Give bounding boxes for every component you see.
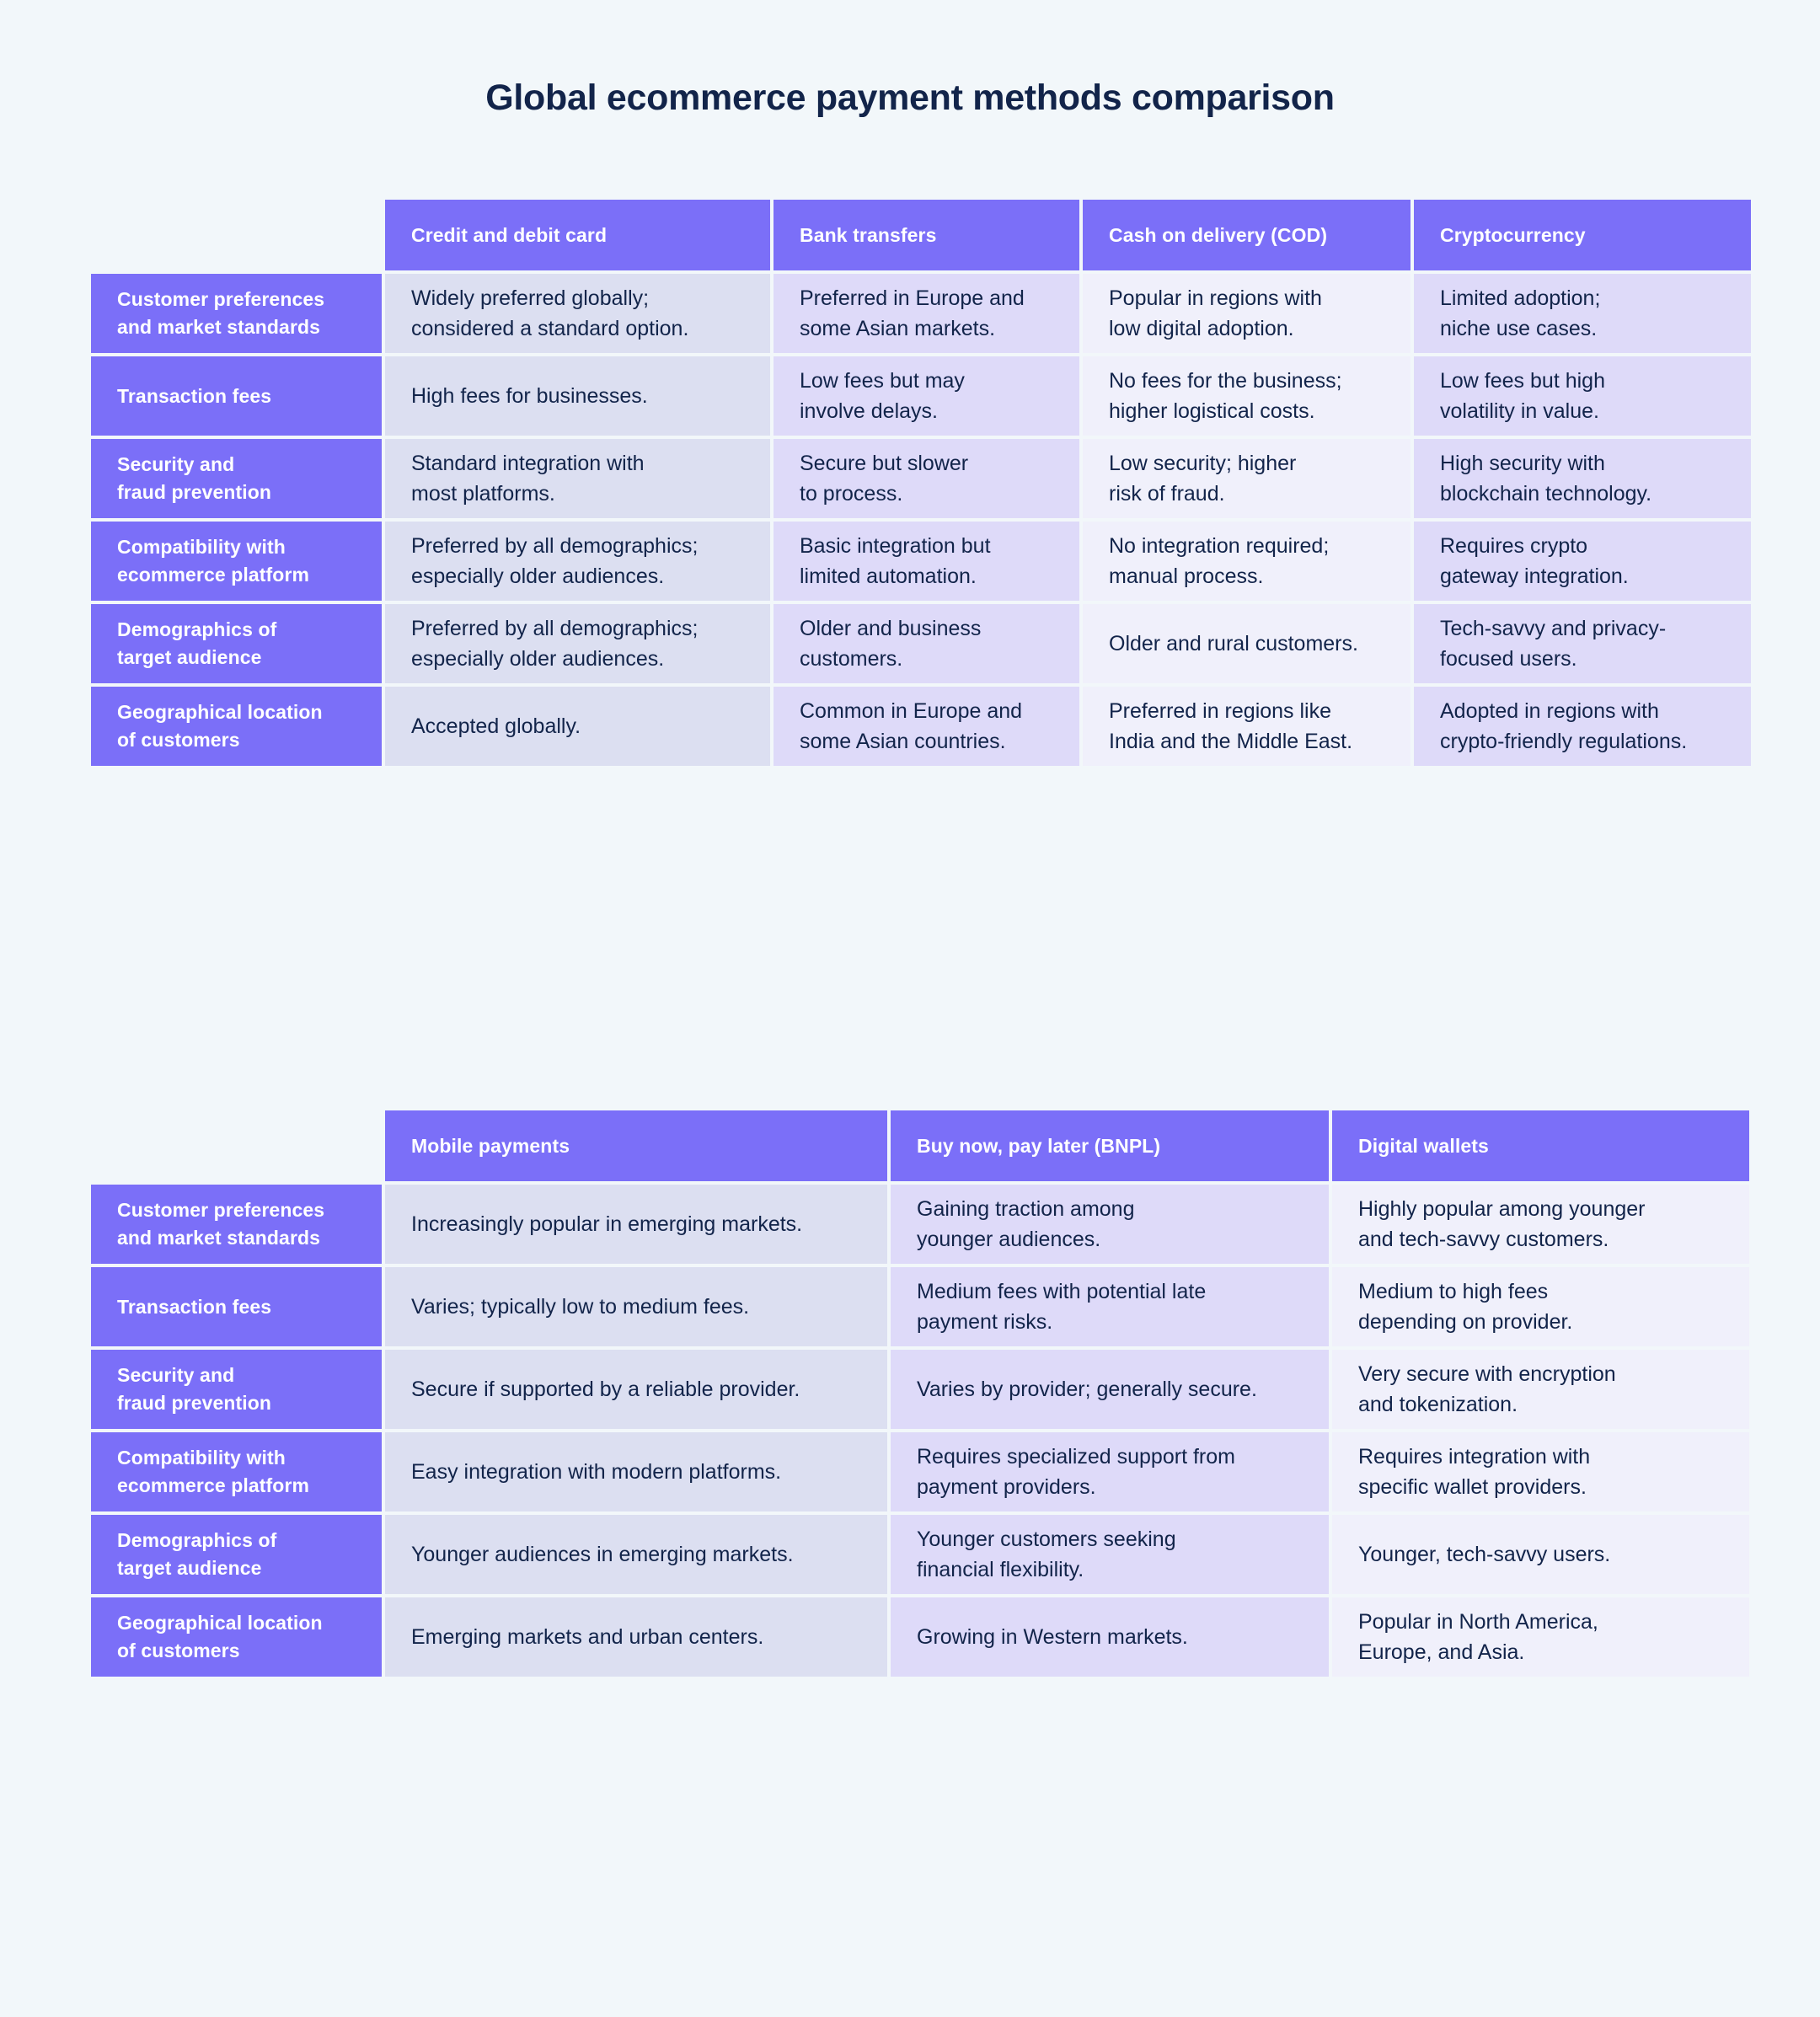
table-cell: Preferred in regions like India and the M…	[1083, 687, 1410, 766]
row-header: Customer preferences and market standards	[91, 1185, 382, 1264]
table-cell: Requires crypto gateway integration.	[1414, 522, 1751, 601]
table-cell: Low fees but high volatility in value.	[1414, 356, 1751, 436]
table-cell: No fees for the business; higher logistic…	[1083, 356, 1410, 436]
table-cell: Growing in Western markets.	[891, 1597, 1329, 1677]
table-corner-spacer	[91, 200, 382, 270]
table-cell: Low security; higher risk of fraud.	[1083, 439, 1410, 518]
table-cell: Easy integration with modern platforms.	[385, 1432, 887, 1511]
table-cell: Widely preferred globally; considered a s…	[385, 274, 770, 353]
table-cell: Varies; typically low to medium fees.	[385, 1267, 887, 1346]
table-cell: Preferred in Europe and some Asian market…	[774, 274, 1079, 353]
table-cell: Younger customers seeking financial flexi…	[891, 1515, 1329, 1594]
table-cell: High fees for businesses.	[385, 356, 770, 436]
table-cell: Tech-savvy and privacy-focused users.	[1414, 604, 1751, 683]
table-cell: Preferred by all demographics; especially…	[385, 604, 770, 683]
table-2-grid: Mobile payments Buy now, pay later (BNPL)…	[91, 1110, 1749, 1677]
table-cell: Medium to high fees depending on provider…	[1332, 1267, 1749, 1346]
table-cell: Gaining traction among younger audiences.	[891, 1185, 1329, 1264]
table-cell: No integration required; manual process.	[1083, 522, 1410, 601]
comparison-table-1: Credit and debit card Bank transfers Cash …	[91, 200, 1751, 766]
table-cell: Increasingly popular in emerging markets…	[385, 1185, 887, 1264]
table-cell: Common in Europe and some Asian countries…	[774, 687, 1079, 766]
row-header: Customer preferences and market standards	[91, 274, 382, 353]
table-cell: Secure if supported by a reliable provid…	[385, 1350, 887, 1429]
column-header: Cash on delivery (COD)	[1083, 200, 1410, 270]
table-cell: Secure but slower to process.	[774, 439, 1079, 518]
column-header: Credit and debit card	[385, 200, 770, 270]
page-title: Global ecommerce payment methods compari…	[485, 78, 1335, 118]
table-corner-spacer	[91, 1110, 382, 1181]
table-cell: Requires specialized support from payment…	[891, 1432, 1329, 1511]
table-cell: Older and business customers.	[774, 604, 1079, 683]
table-cell: Limited adoption; niche use cases.	[1414, 274, 1751, 353]
table-cell: Medium fees with potential late payment r…	[891, 1267, 1329, 1346]
column-header: Buy now, pay later (BNPL)	[891, 1110, 1329, 1181]
table-cell: Older and rural customers.	[1083, 604, 1410, 683]
row-header: Transaction fees	[91, 356, 382, 436]
row-header: Security and fraud prevention	[91, 1350, 382, 1429]
table-cell: Very secure with encryption and tokenizat…	[1332, 1350, 1749, 1429]
row-header: Security and fraud prevention	[91, 439, 382, 518]
row-header: Transaction fees	[91, 1267, 382, 1346]
table-cell: Popular in regions with low digital adopt…	[1083, 274, 1410, 353]
table-cell: Basic integration but limited automation.	[774, 522, 1079, 601]
table-cell: Preferred by all demographics; especially…	[385, 522, 770, 601]
table-cell: Younger audiences in emerging markets.	[385, 1515, 887, 1594]
table-cell: Adopted in regions with crypto-friendly r…	[1414, 687, 1751, 766]
row-header: Geographical location of customers	[91, 687, 382, 766]
table-cell: High security with blockchain technology.	[1414, 439, 1751, 518]
column-header: Mobile payments	[385, 1110, 887, 1181]
table-cell: Accepted globally.	[385, 687, 770, 766]
column-header: Cryptocurrency	[1414, 200, 1751, 270]
column-header: Bank transfers	[774, 200, 1079, 270]
table-cell: Low fees but may involve delays.	[774, 356, 1079, 436]
comparison-page: Global ecommerce payment methods compari…	[0, 0, 1820, 2017]
row-header: Demographics of target audience	[91, 1515, 382, 1594]
row-header: Compatibility with ecommerce platform	[91, 522, 382, 601]
row-header: Geographical location of customers	[91, 1597, 382, 1677]
table-cell: Popular in North America, Europe, and Asi…	[1332, 1597, 1749, 1677]
row-header: Demographics of target audience	[91, 604, 382, 683]
table-cell: Highly popular among younger and tech-sav…	[1332, 1185, 1749, 1264]
table-1-grid: Credit and debit card Bank transfers Cash …	[91, 200, 1751, 766]
row-header: Compatibility with ecommerce platform	[91, 1432, 382, 1511]
table-cell: Varies by provider; generally secure.	[891, 1350, 1329, 1429]
table-cell: Requires integration with specific wallet…	[1332, 1432, 1749, 1511]
table-cell: Standard integration with most platforms.	[385, 439, 770, 518]
column-header: Digital wallets	[1332, 1110, 1749, 1181]
table-cell: Younger, tech-savvy users.	[1332, 1515, 1749, 1594]
table-cell: Emerging markets and urban centers.	[385, 1597, 887, 1677]
comparison-table-2: Mobile payments Buy now, pay later (BNPL)…	[91, 1110, 1749, 1677]
